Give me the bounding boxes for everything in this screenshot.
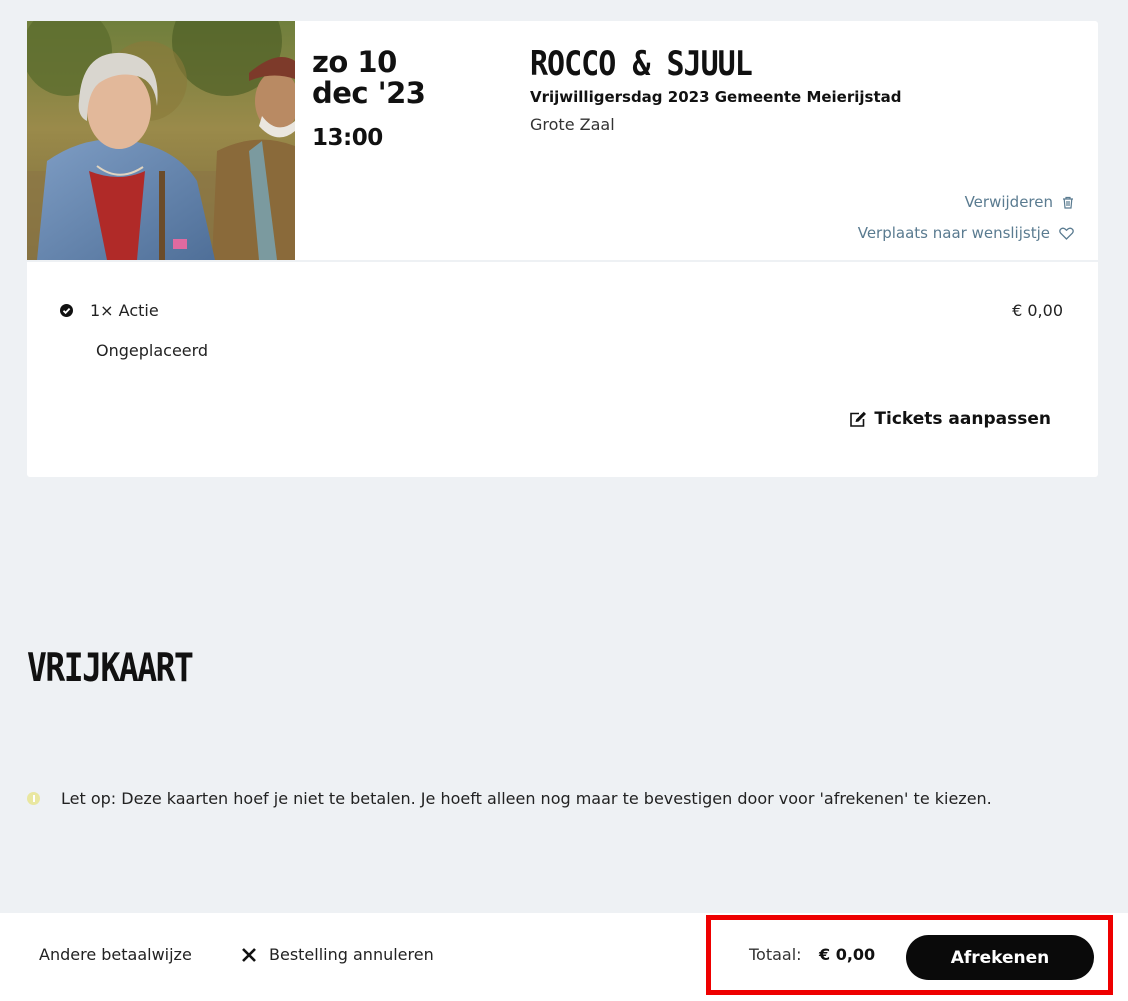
event-info: ROCCO & SJUUL Vrijwilligersdag 2023 Geme… <box>530 44 902 134</box>
seat-info: Ongeplaceerd <box>96 341 209 360</box>
trash-icon <box>1063 196 1073 209</box>
event-title: ROCCO & SJUUL <box>530 44 753 85</box>
event-subtitle: Vrijwilligersdag 2023 Gemeente Meierijst… <box>530 88 902 106</box>
event-time: 13:00 <box>312 125 383 151</box>
other-payment-link[interactable]: Andere betaalwijze <box>39 945 192 964</box>
total-label: Totaal: <box>749 945 802 964</box>
close-icon <box>242 947 256 962</box>
checkout-footer: Andere betaalwijze Bestelling annuleren … <box>0 913 1128 1001</box>
total-value: € 0,00 <box>819 945 876 964</box>
remove-label: Verwijderen <box>964 193 1053 211</box>
remove-button[interactable]: Verwijderen <box>965 193 1074 211</box>
ticket-description: 1× Actie <box>90 301 159 320</box>
notice: Let op: Deze kaarten hoef je niet te bet… <box>27 789 992 808</box>
edit-tickets-label: Tickets aanpassen <box>874 409 1051 429</box>
wishlist-label: Verplaats naar wenslijstje <box>857 224 1050 242</box>
event-date-day: zo 10 <box>312 45 397 79</box>
event-image <box>27 21 295 260</box>
notice-text: Let op: Deze kaarten hoef je niet te bet… <box>61 789 992 808</box>
cancel-order-label: Bestelling annuleren <box>269 945 434 964</box>
event-date-month: dec '23 <box>312 76 426 110</box>
ticket-price: € 0,00 <box>1012 301 1063 320</box>
checkout-button[interactable]: Afrekenen <box>906 935 1094 980</box>
card-divider <box>27 260 1098 262</box>
check-circle-icon <box>60 304 73 317</box>
heart-icon <box>1059 227 1074 240</box>
cancel-order-button[interactable]: Bestelling annuleren <box>241 945 434 964</box>
edit-tickets-button[interactable]: Tickets aanpassen <box>849 409 1051 429</box>
section-title: VRIJKAART <box>27 644 194 691</box>
event-card: zo 10 dec '23 13:00 ROCCO & SJUUL Vrijwi… <box>27 21 1098 477</box>
move-to-wishlist-button[interactable]: Verplaats naar wenslijstje <box>858 224 1074 242</box>
info-icon <box>27 792 40 805</box>
event-venue: Grote Zaal <box>530 115 615 134</box>
edit-icon <box>850 411 867 427</box>
event-date: zo 10 dec '23 13:00 <box>312 45 426 152</box>
ticket-row: 1× Actie € 0,00 <box>60 301 1063 320</box>
